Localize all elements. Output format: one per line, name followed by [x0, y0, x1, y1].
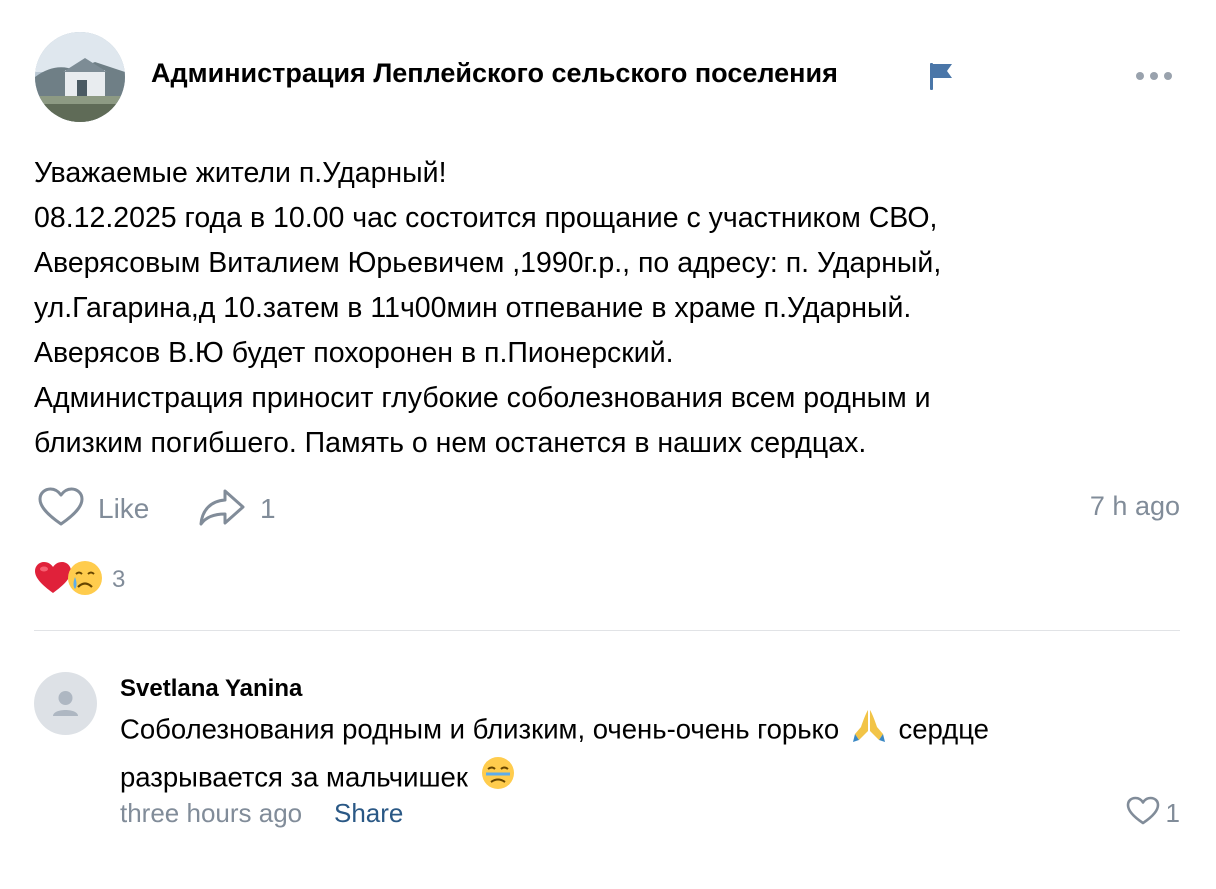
reactions-summary[interactable]: 3 [34, 560, 125, 600]
reactions-count: 3 [112, 566, 126, 593]
comment-line: Соболезнования родным и близким, очень-о… [120, 707, 1120, 755]
comment-time[interactable]: three hours ago [120, 798, 302, 829]
share-button[interactable]: 1 [198, 487, 276, 531]
more-icon[interactable] [1134, 66, 1174, 86]
group-name[interactable]: Администрация Леплейского сельского посе… [151, 58, 838, 89]
comment-like-count: 1 [1165, 798, 1180, 828]
post-text-line: Администрация приносит глубокие соболезн… [34, 382, 931, 414]
post-text-line: Аверясовым Виталием Юрьевичем ,1990г.р.,… [34, 247, 942, 279]
share-arrow-icon [198, 487, 246, 532]
post-text-line: Аверясов В.Ю будет похоронен в п.Пионерс… [34, 337, 674, 369]
user-placeholder-icon [34, 691, 97, 739]
crying-face-icon [66, 559, 104, 602]
group-avatar-image [35, 32, 125, 122]
share-count: 1 [260, 493, 276, 524]
comment-like-button[interactable]: 1 [1126, 796, 1180, 831]
like-label: Like [98, 493, 150, 524]
comment-text-part: сердце [898, 713, 989, 745]
comment-share-link[interactable]: Share [334, 798, 403, 829]
like-button[interactable]: Like [38, 487, 149, 531]
comment-author[interactable]: Svetlana Yanina [120, 675, 302, 703]
comment-text-part: разрывается за мальчишек [120, 761, 468, 793]
group-avatar[interactable] [35, 32, 125, 122]
comment-text-part: Соболезнования родным и близким, очень-о… [120, 713, 840, 745]
heart-outline-icon [38, 487, 84, 532]
post-time[interactable]: 7 h ago [1090, 491, 1180, 522]
heart-outline-icon [1126, 796, 1160, 831]
sad-face-emoji [480, 755, 516, 803]
post-text-line: 08.12.2025 года в 10.00 час состоится пр… [34, 202, 938, 234]
folded-hands-emoji [851, 707, 887, 755]
flag-icon [928, 60, 956, 92]
post-text-line: ул.Гагарина,д 10.затем в 11ч00мин отпева… [34, 292, 912, 324]
post-text-line: близким погибшего. Память о нем останетс… [34, 427, 867, 459]
post-text: Уважаемые жители п.Ударный! 08.12.2025 г… [34, 151, 1174, 466]
divider [34, 630, 1180, 631]
comment-avatar[interactable] [34, 672, 97, 735]
comment-text: Соболезнования родным и близким, очень-о… [120, 707, 1120, 803]
post-text-line: Уважаемые жители п.Ударный! [34, 157, 447, 189]
comment-line: разрывается за мальчишек [120, 755, 1120, 803]
